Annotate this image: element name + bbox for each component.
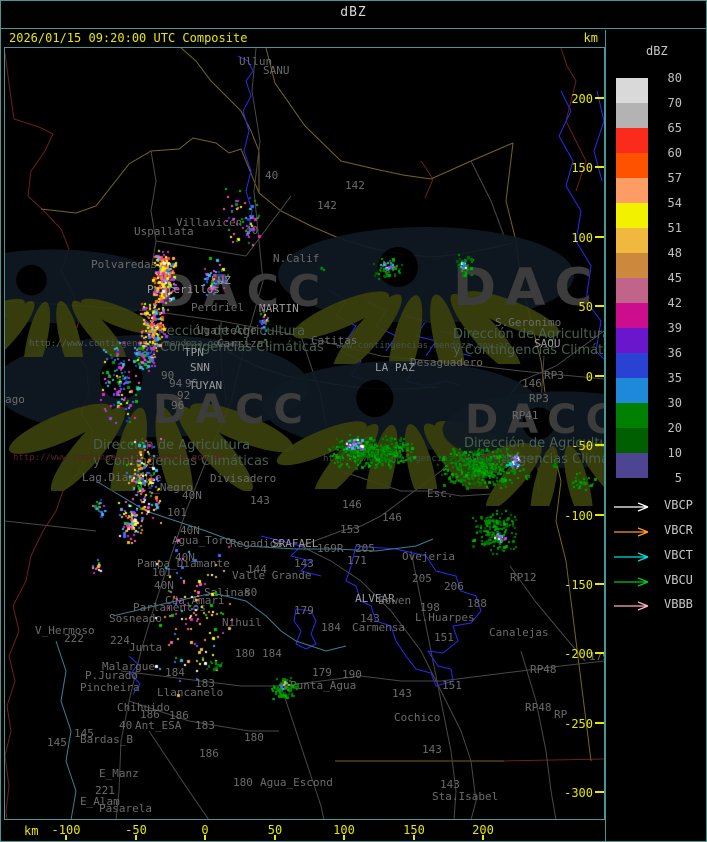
y-tick-label: 50 xyxy=(578,300,593,314)
dbz-scale-patch xyxy=(616,328,648,353)
vector-arrow-icon xyxy=(614,552,649,562)
y-tick-mark xyxy=(595,236,604,238)
dbz-scale-patch xyxy=(616,278,648,303)
dbz-scale-patch xyxy=(616,153,648,178)
y-tick-mark xyxy=(595,652,604,654)
y-tick-label: -50 xyxy=(571,439,593,453)
y-tick-label: -250 xyxy=(564,717,593,731)
page-title: dBZ xyxy=(340,5,367,20)
y-tick-mark xyxy=(595,375,604,377)
vector-legend-label: VBCR xyxy=(664,523,693,537)
x-tick-mark xyxy=(482,835,484,840)
dbz-scale-label: 60 xyxy=(667,146,682,160)
vector-arrow-icon xyxy=(614,577,649,587)
dbz-scale-label: 80 xyxy=(667,71,682,85)
dbz-scale-patch xyxy=(616,253,648,278)
dbz-scale-label: 30 xyxy=(667,396,682,410)
dbz-scale-label: 42 xyxy=(667,296,682,310)
y-tick-label: -300 xyxy=(564,786,593,800)
vector-legend-label: VBBB xyxy=(664,597,693,611)
x-tick-mark xyxy=(65,835,67,840)
title-separator xyxy=(0,28,707,29)
dbz-scale-label: 45 xyxy=(667,271,682,285)
legend-title: dBZ xyxy=(646,44,668,58)
vector-legend-label: VBCP xyxy=(664,498,693,512)
legend-panel: dBZ 80 70 65 60 57 54 51 48 45 42 39 36 35 30 20 10 5 VBC… xyxy=(605,30,707,842)
y-tick-mark xyxy=(595,583,604,585)
vector-legend-row: VBBB xyxy=(612,597,702,611)
vector-legend-row: VBCT xyxy=(612,548,702,562)
x-axis-layer: km -100 -50 0 50 100 150 200 xyxy=(0,820,707,841)
dbz-scale-label: 5 xyxy=(674,471,682,485)
dbz-scale-label: 10 xyxy=(667,446,682,460)
timestamp-label: 2026/01/15 09:20:00 UTC Composite xyxy=(9,31,248,45)
x-tick-mark xyxy=(343,835,345,840)
y-tick-mark xyxy=(595,305,604,307)
radar-app-window: dBZ 2026/01/15 09:20:00 UTC Composite km… xyxy=(0,0,707,842)
x-tick-mark xyxy=(204,835,206,840)
vector-legend-row: VBCU xyxy=(612,573,702,587)
dbz-scale-label: 36 xyxy=(667,346,682,360)
dbz-scale-label: 48 xyxy=(667,246,682,260)
dbz-scale-label: 39 xyxy=(667,321,682,335)
vector-legend-label: VBCT xyxy=(664,548,693,562)
dbz-scale-label: 20 xyxy=(667,421,682,435)
x-tick-mark xyxy=(274,835,276,840)
x-tick-mark xyxy=(135,835,137,840)
dbz-scale-label: 35 xyxy=(667,371,682,385)
y-tick-label: -100 xyxy=(564,509,593,523)
y-axis-unit-label: km xyxy=(583,31,598,45)
dbz-scale-patch xyxy=(616,103,648,128)
y-tick-mark xyxy=(595,722,604,724)
vector-arrow-icon xyxy=(614,527,649,537)
dbz-scale-patch xyxy=(616,228,648,253)
y-tick-mark xyxy=(595,166,604,168)
y-tick-label: 0 xyxy=(585,370,593,384)
y-tick-mark xyxy=(595,514,604,516)
dbz-scale-patch xyxy=(616,353,648,378)
dbz-scale-label: 65 xyxy=(667,121,682,135)
y-tick-label: 200 xyxy=(571,92,593,106)
dbz-scale-patch xyxy=(616,178,648,203)
dbz-scale-label: 51 xyxy=(667,221,682,235)
dbz-scale-label: 70 xyxy=(667,96,682,110)
y-tick-label: 150 xyxy=(571,161,593,175)
dbz-scale-patch xyxy=(616,428,648,453)
dbz-scale-label: 57 xyxy=(667,171,682,185)
y-axis-layer: 200 150 100 50 0 -50 -100 -150 -200 -250 -300 xyxy=(5,48,604,819)
dbz-scale-patch xyxy=(616,453,648,478)
vector-legend-label: VBCU xyxy=(664,573,693,587)
x-tick-mark xyxy=(413,835,415,840)
y-tick-mark xyxy=(595,444,604,446)
vector-arrow-icon xyxy=(614,601,649,611)
dbz-scale-label: 54 xyxy=(667,196,682,210)
y-tick-mark xyxy=(595,791,604,793)
dbz-scale-patch xyxy=(616,78,648,103)
vector-arrow-icon xyxy=(614,502,649,512)
dbz-scale-patch xyxy=(616,128,648,153)
radar-map: DACCDACCDACCDACCDirección de Agricultura… xyxy=(4,47,605,820)
dbz-scale-patch xyxy=(616,403,648,428)
dbz-scale-patch xyxy=(616,378,648,403)
y-tick-mark xyxy=(595,97,604,99)
y-tick-label: 100 xyxy=(571,231,593,245)
y-tick-label: -150 xyxy=(564,578,593,592)
vector-legend-row: VBCR xyxy=(612,523,702,537)
dbz-scale-patch xyxy=(616,303,648,328)
dbz-scale-patch xyxy=(616,203,648,228)
y-tick-label: -200 xyxy=(564,647,593,661)
vector-legend-row: VBCP xyxy=(612,498,702,512)
